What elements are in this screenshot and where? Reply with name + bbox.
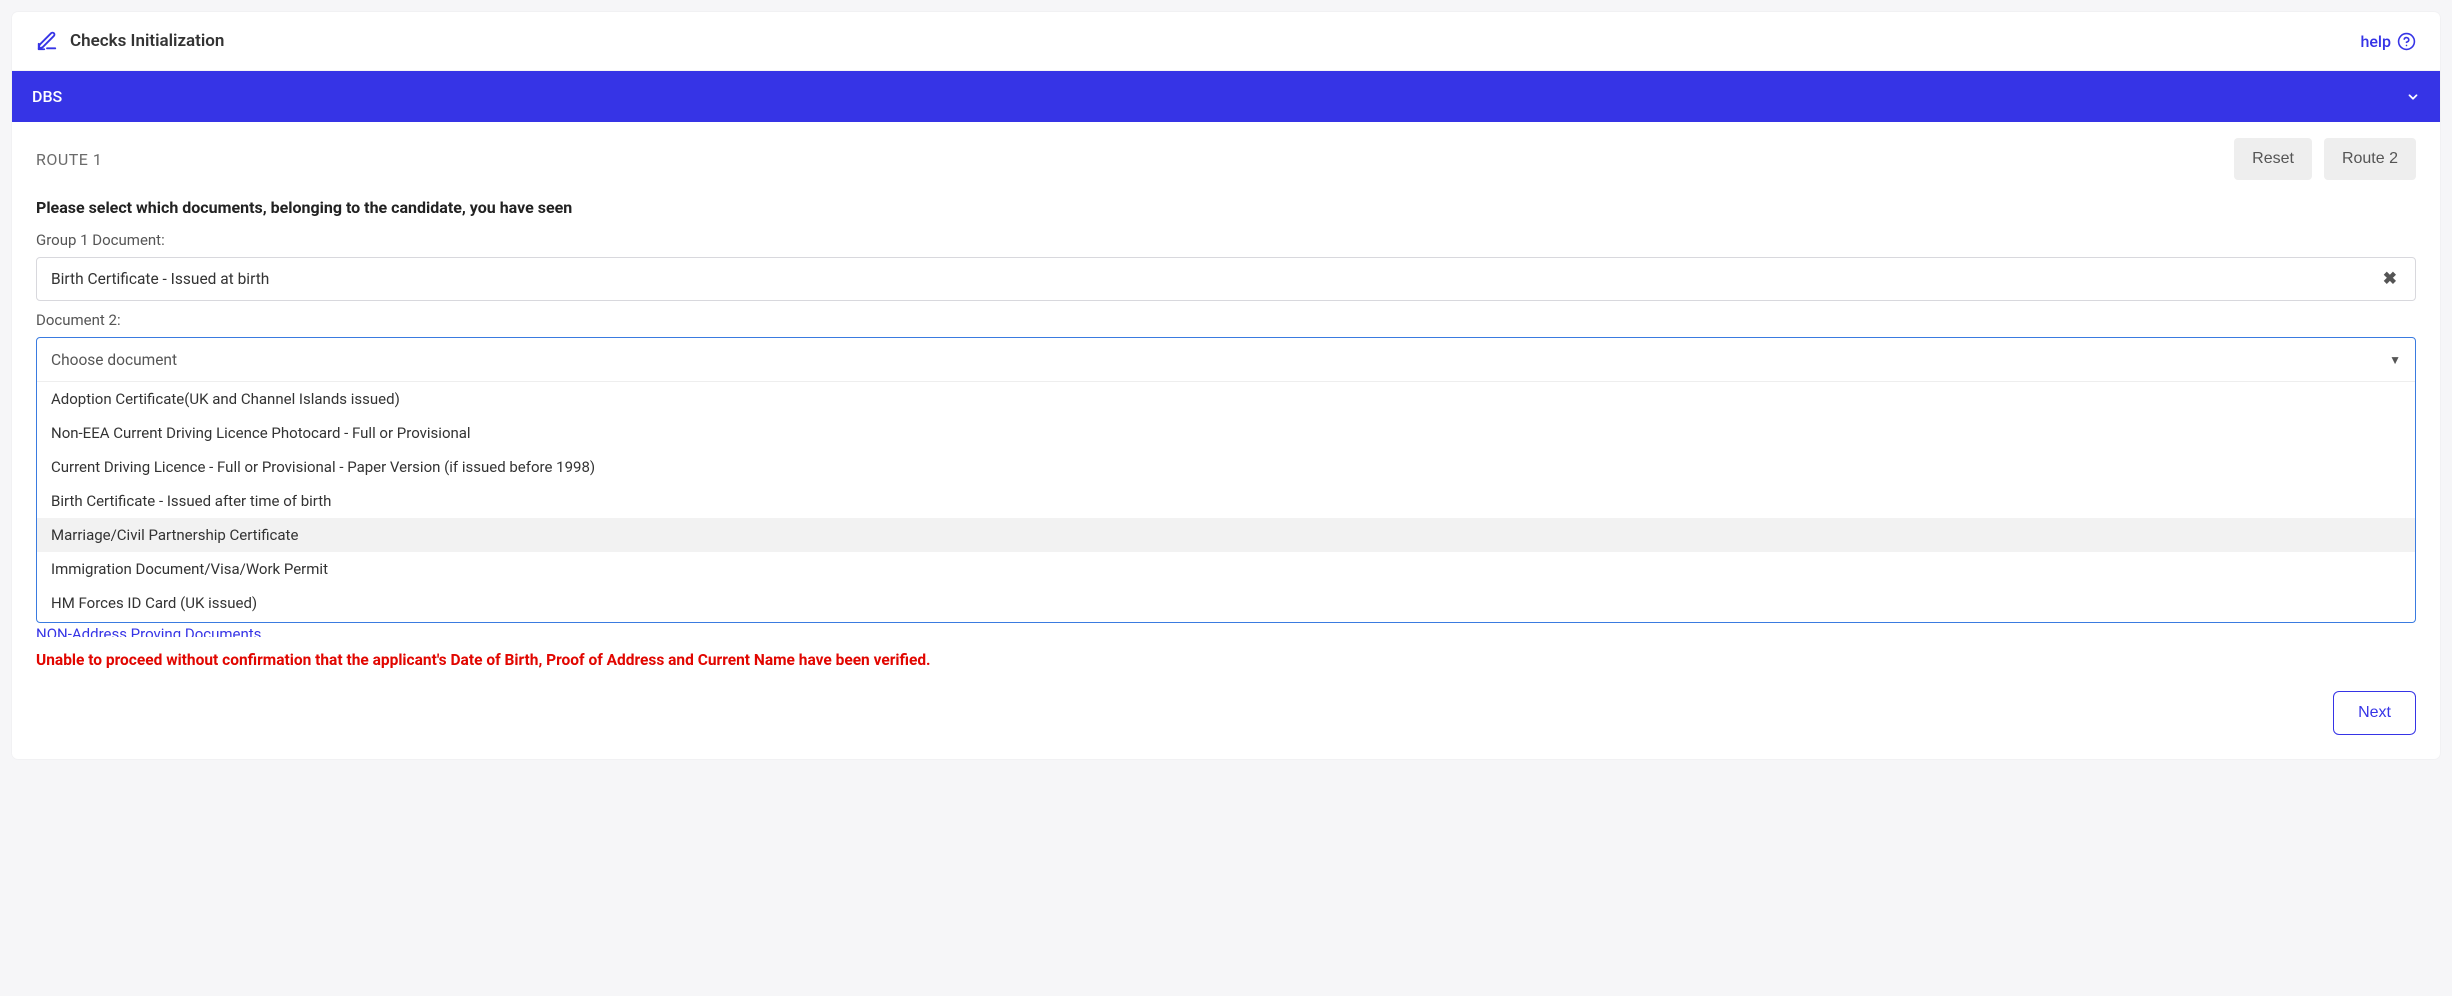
panel-header: Checks Initialization help <box>12 12 2440 71</box>
route-label: ROUTE 1 <box>36 150 2222 169</box>
group1-label: Group 1 Document: <box>36 231 2416 249</box>
doc2-select[interactable]: Choose document ▼ Adoption Certificate(U… <box>36 337 2416 623</box>
section-bar-dbs[interactable]: DBS <box>12 71 2440 122</box>
help-label: help <box>2360 32 2391 51</box>
instruction-text: Please select which documents, belonging… <box>36 198 2416 217</box>
reset-button[interactable]: Reset <box>2234 138 2312 180</box>
doc2-option[interactable]: Immigration Document/Visa/Work Permit <box>37 552 2415 586</box>
doc2-option[interactable]: Birth Certificate - Issued after time of… <box>37 484 2415 518</box>
doc2-option[interactable]: HM Forces ID Card (UK issued) <box>37 586 2415 622</box>
help-icon <box>2397 32 2416 51</box>
help-button[interactable]: help <box>2360 32 2416 51</box>
non-address-link[interactable]: NON-Address Proving Documents. <box>36 625 2416 637</box>
route2-button[interactable]: Route 2 <box>2324 138 2416 180</box>
doc2-options-list: Adoption Certificate(UK and Channel Isla… <box>37 382 2415 622</box>
doc2-option[interactable]: Non-EEA Current Driving Licence Photocar… <box>37 416 2415 450</box>
caret-down-icon: ▼ <box>2389 353 2401 367</box>
doc2-placeholder: Choose document <box>51 351 2389 369</box>
group1-select[interactable]: Birth Certificate - Issued at birth ✖ <box>36 257 2416 301</box>
chevron-down-icon <box>2406 90 2420 104</box>
section-title: DBS <box>32 87 62 106</box>
doc2-option[interactable]: Current Driving Licence - Full or Provis… <box>37 450 2415 484</box>
doc2-label: Document 2: <box>36 311 2416 329</box>
clear-icon[interactable]: ✖ <box>2379 269 2401 289</box>
group1-value: Birth Certificate - Issued at birth <box>51 270 2379 288</box>
doc2-option[interactable]: Adoption Certificate(UK and Channel Isla… <box>37 382 2415 416</box>
next-button[interactable]: Next <box>2333 691 2416 735</box>
page-title: Checks Initialization <box>70 31 224 51</box>
error-message: Unable to proceed without confirmation t… <box>36 651 2416 669</box>
doc2-option[interactable]: Marriage/Civil Partnership Certificate <box>37 518 2415 552</box>
edit-icon <box>36 30 58 52</box>
